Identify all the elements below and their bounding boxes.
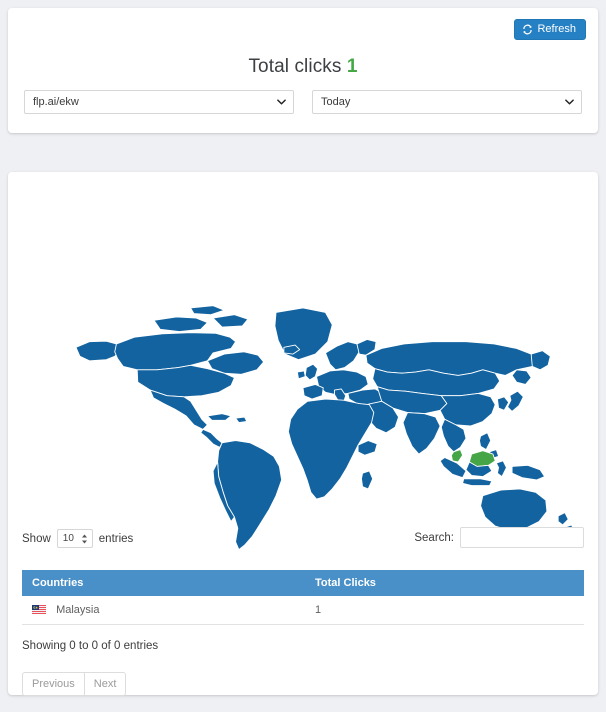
total-clicks-label: Total clicks xyxy=(248,56,342,77)
table-head: Countries Total Clicks xyxy=(22,570,584,596)
cell-country: Malaysia xyxy=(22,596,303,625)
total-clicks-count: 1 xyxy=(346,56,358,77)
table-info: Showing 0 to 0 of 0 entries xyxy=(22,640,159,652)
map-and-table-card: Show 10 entries Search: Countries Total … xyxy=(8,172,598,697)
date-range-value: Today xyxy=(321,96,351,108)
table-body: Malaysia 1 xyxy=(22,596,584,625)
column-header-countries[interactable]: Countries xyxy=(22,570,303,596)
column-header-total-clicks[interactable]: Total Clicks xyxy=(303,570,584,596)
next-page-button[interactable]: Next xyxy=(83,672,127,697)
page-length-select[interactable]: 10 xyxy=(56,529,93,548)
table-header-row: Countries Total Clicks xyxy=(22,570,584,596)
link-select-wrapper: flp.ai/ekw xyxy=(24,90,294,114)
summary-card: Refresh Total clicks 1 flp.ai/ekw Today xyxy=(8,8,598,133)
flag-malaysia-icon xyxy=(32,605,46,614)
search-input[interactable] xyxy=(460,527,584,548)
search-label: Search: xyxy=(414,531,454,544)
cell-total-clicks: 1 xyxy=(303,596,584,625)
search-control: Search: xyxy=(414,527,584,548)
refresh-label: Refresh xyxy=(537,23,576,35)
countries-table: Countries Total Clicks Malaysia 1 xyxy=(22,570,584,625)
table-controls: Show 10 entries Search: xyxy=(22,527,584,551)
page-length-value: 10 xyxy=(62,533,74,544)
pagination: Previous Next xyxy=(22,672,127,697)
link-select[interactable]: flp.ai/ekw xyxy=(24,90,294,114)
refresh-button[interactable]: Refresh xyxy=(514,19,586,40)
table-row[interactable]: Malaysia 1 xyxy=(22,596,584,625)
date-range-select[interactable]: Today xyxy=(312,90,582,114)
show-label: Show xyxy=(22,532,51,545)
page-title: Total clicks 1 xyxy=(8,56,598,78)
previous-page-button[interactable]: Previous xyxy=(22,672,84,697)
link-select-value: flp.ai/ekw xyxy=(33,96,79,108)
range-select-wrapper: Today xyxy=(312,90,582,114)
country-name: Malaysia xyxy=(56,604,100,616)
entries-label: entries xyxy=(98,532,134,545)
show-entries-control: Show 10 entries xyxy=(22,529,133,548)
analytics-page: Refresh Total clicks 1 flp.ai/ekw Today xyxy=(0,0,606,712)
filter-row: flp.ai/ekw Today xyxy=(24,90,582,114)
spinner-arrows-icon xyxy=(81,534,88,544)
refresh-icon xyxy=(522,24,533,35)
